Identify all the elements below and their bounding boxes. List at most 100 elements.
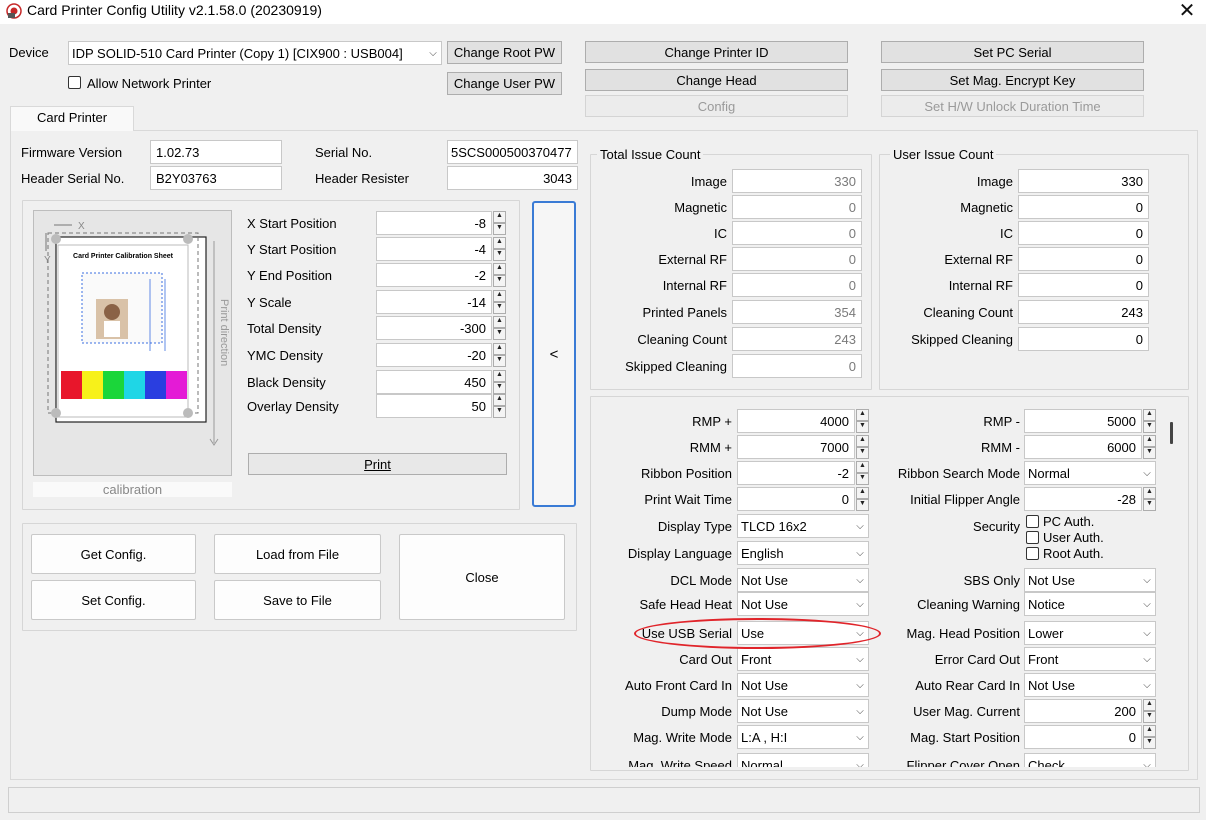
set-hw-unlock-duration-button[interactable]: Set H/W Unlock Duration Time	[881, 95, 1144, 117]
spin-arrows[interactable]: ▲ ▼	[1143, 435, 1156, 459]
config-button[interactable]: Config	[585, 95, 848, 117]
load-from-file-button[interactable]: Load from File	[214, 534, 381, 574]
setting-user-mag-current-spinner[interactable]: 200 ▲ ▼	[1024, 699, 1156, 723]
tab-card-printer[interactable]: Card Printer	[10, 106, 134, 131]
set-mag-encrypt-key-button[interactable]: Set Mag. Encrypt Key	[881, 69, 1144, 91]
arrow-down-icon[interactable]: ▼	[493, 302, 506, 314]
spin-arrows[interactable]: ▲ ▼	[856, 487, 869, 511]
arrow-down-icon[interactable]: ▼	[493, 328, 506, 340]
arrow-up-icon[interactable]: ▲	[1143, 699, 1156, 711]
arrow-down-icon[interactable]: ▼	[493, 355, 506, 367]
spin-arrows[interactable]: ▲ ▼	[493, 211, 506, 235]
arrow-up-icon[interactable]: ▲	[493, 211, 506, 223]
arrow-down-icon[interactable]: ▼	[1143, 447, 1156, 459]
close-window-icon[interactable]: ✕	[1172, 0, 1202, 22]
setting-mag-start-position-spinner[interactable]: 0 ▲ ▼	[1024, 725, 1156, 749]
arrow-up-icon[interactable]: ▲	[856, 409, 869, 421]
arrow-down-icon[interactable]: ▼	[1143, 711, 1156, 723]
arrow-down-icon[interactable]: ▼	[493, 406, 506, 418]
spin-arrows[interactable]: ▲ ▼	[856, 461, 869, 485]
arrow-down-icon[interactable]: ▼	[1143, 737, 1156, 749]
arrow-down-icon[interactable]: ▼	[493, 249, 506, 261]
arrow-down-icon[interactable]: ▼	[856, 421, 869, 433]
calib-ymc-density-spinner[interactable]: -20 ▲ ▼	[376, 343, 506, 367]
spin-arrows[interactable]: ▲ ▼	[493, 290, 506, 314]
spin-arrows[interactable]: ▲ ▼	[856, 435, 869, 459]
setting-ribbon-search-mode-select[interactable]: Normal ⌵	[1024, 461, 1156, 485]
user-issue-value[interactable]: 330	[1018, 169, 1149, 193]
set-config-button[interactable]: Set Config.	[31, 580, 196, 620]
security-pc-auth-checkbox[interactable]	[1026, 515, 1039, 528]
spin-arrows[interactable]: ▲ ▼	[1143, 487, 1156, 511]
user-issue-value[interactable]: 0	[1018, 221, 1149, 245]
arrow-up-icon[interactable]: ▲	[493, 263, 506, 275]
spin-arrows[interactable]: ▲ ▼	[493, 263, 506, 287]
spin-arrows[interactable]: ▲ ▼	[856, 409, 869, 433]
set-pc-serial-button[interactable]: Set PC Serial	[881, 41, 1144, 63]
arrow-down-icon[interactable]: ▼	[856, 499, 869, 511]
setting-dump-mode-select[interactable]: Not Use ⌵	[737, 699, 869, 723]
spin-arrows[interactable]: ▲ ▼	[1143, 409, 1156, 433]
close-button[interactable]: Close	[399, 534, 565, 620]
arrow-up-icon[interactable]: ▲	[493, 394, 506, 406]
setting-mag-write-speed-select[interactable]: Normal ⌵	[737, 753, 869, 767]
setting-initial-flipper-angle-spinner[interactable]: -28 ▲ ▼	[1024, 487, 1156, 511]
setting-ribbon-position-spinner[interactable]: -2 ▲ ▼	[737, 461, 869, 485]
setting-card-out-select[interactable]: Front ⌵	[737, 647, 869, 671]
arrow-up-icon[interactable]: ▲	[1143, 725, 1156, 737]
arrow-up-icon[interactable]: ▲	[856, 487, 869, 499]
arrow-up-icon[interactable]: ▲	[493, 370, 506, 382]
arrow-up-icon[interactable]: ▲	[856, 435, 869, 447]
user-issue-value[interactable]: 243	[1018, 300, 1149, 324]
setting-mag-write-mode-select[interactable]: L:A , H:I ⌵	[737, 725, 869, 749]
arrow-down-icon[interactable]: ▼	[856, 473, 869, 485]
allow-network-checkbox[interactable]	[68, 76, 81, 89]
user-issue-value[interactable]: 0	[1018, 327, 1149, 351]
calib-x-start-position-spinner[interactable]: -8 ▲ ▼	[376, 211, 506, 235]
setting-rmp-spinner[interactable]: 4000 ▲ ▼	[737, 409, 869, 433]
calib-total-density-spinner[interactable]: -300 ▲ ▼	[376, 316, 506, 340]
save-to-file-button[interactable]: Save to File	[214, 580, 381, 620]
arrow-up-icon[interactable]: ▲	[493, 343, 506, 355]
calib-y-start-position-spinner[interactable]: -4 ▲ ▼	[376, 237, 506, 261]
spin-arrows[interactable]: ▲ ▼	[493, 343, 506, 367]
setting-display-language-select[interactable]: English ⌵	[737, 541, 869, 565]
setting-auto-front-card-in-select[interactable]: Not Use ⌵	[737, 673, 869, 697]
setting-error-card-out-select[interactable]: Front ⌵	[1024, 647, 1156, 671]
setting-cleaning-warning-select[interactable]: Notice ⌵	[1024, 592, 1156, 616]
calib-overlay-density-spinner[interactable]: 50 ▲ ▼	[376, 394, 506, 418]
spin-arrows[interactable]: ▲ ▼	[1143, 725, 1156, 749]
device-select[interactable]: IDP SOLID-510 Card Printer (Copy 1) [CIX…	[68, 41, 442, 65]
calib-y-scale-spinner[interactable]: -14 ▲ ▼	[376, 290, 506, 314]
setting-auto-rear-card-in-select[interactable]: Not Use ⌵	[1024, 673, 1156, 697]
get-config-button[interactable]: Get Config.	[31, 534, 196, 574]
calib-black-density-spinner[interactable]: 450 ▲ ▼	[376, 370, 506, 394]
arrow-up-icon[interactable]: ▲	[493, 290, 506, 302]
arrow-down-icon[interactable]: ▼	[1143, 421, 1156, 433]
settings-scrollbar[interactable]	[1164, 402, 1178, 766]
spin-arrows[interactable]: ▲ ▼	[493, 370, 506, 394]
setting-print-wait-time-spinner[interactable]: 0 ▲ ▼	[737, 487, 869, 511]
spin-arrows[interactable]: ▲ ▼	[493, 237, 506, 261]
collapse-panel-button[interactable]: <	[532, 201, 576, 507]
user-issue-value[interactable]: 0	[1018, 273, 1149, 297]
change-printer-id-button[interactable]: Change Printer ID	[585, 41, 848, 63]
arrow-down-icon[interactable]: ▼	[493, 275, 506, 287]
setting-rmm-spinner[interactable]: 7000 ▲ ▼	[737, 435, 869, 459]
arrow-up-icon[interactable]: ▲	[1143, 435, 1156, 447]
setting-rmm-spinner[interactable]: 6000 ▲ ▼	[1024, 435, 1156, 459]
change-user-pw-button[interactable]: Change User PW	[447, 72, 562, 95]
arrow-down-icon[interactable]: ▼	[493, 223, 506, 235]
user-issue-value[interactable]: 0	[1018, 195, 1149, 219]
user-issue-value[interactable]: 0	[1018, 247, 1149, 271]
spin-arrows[interactable]: ▲ ▼	[493, 316, 506, 340]
setting-safe-head-heat-select[interactable]: Not Use ⌵	[737, 592, 869, 616]
arrow-up-icon[interactable]: ▲	[493, 316, 506, 328]
spin-arrows[interactable]: ▲ ▼	[1143, 699, 1156, 723]
setting-mag-head-position-select[interactable]: Lower ⌵	[1024, 621, 1156, 645]
change-head-button[interactable]: Change Head	[585, 69, 848, 91]
spin-arrows[interactable]: ▲ ▼	[493, 394, 506, 418]
setting-flipper-cover-open-select[interactable]: Check ⌵	[1024, 753, 1156, 767]
change-root-pw-button[interactable]: Change Root PW	[447, 41, 562, 64]
arrow-down-icon[interactable]: ▼	[493, 382, 506, 394]
